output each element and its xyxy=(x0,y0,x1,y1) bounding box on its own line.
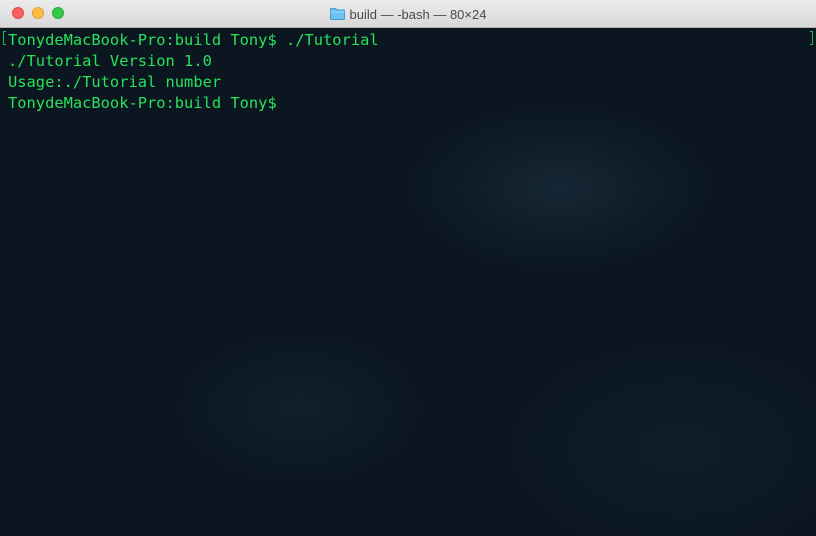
terminal-line-command: TonydeMacBook-Pro:build Tony$ ./Tutorial xyxy=(8,31,379,49)
terminal-line-prompt: TonydeMacBook-Pro:build Tony$ xyxy=(8,94,286,112)
title-bar[interactable]: build — -bash — 80×24 xyxy=(0,0,816,28)
line-marker-left xyxy=(3,31,6,45)
window-title: build — -bash — 80×24 xyxy=(349,6,487,22)
terminal-window: build — -bash — 80×24 TonydeMacBook-Pro:… xyxy=(0,0,816,536)
terminal-line-usage: Usage:./Tutorial number xyxy=(8,73,222,91)
terminal-lines: TonydeMacBook-Pro:build Tony$ ./Tutorial… xyxy=(8,30,379,114)
terminal-output-area[interactable]: TonydeMacBook-Pro:build Tony$ ./Tutorial… xyxy=(0,28,816,536)
line-marker-right xyxy=(810,31,813,45)
folder-icon xyxy=(329,8,345,20)
terminal-line-version: ./Tutorial Version 1.0 xyxy=(8,52,212,70)
window-title-area: build — -bash — 80×24 xyxy=(0,0,816,28)
